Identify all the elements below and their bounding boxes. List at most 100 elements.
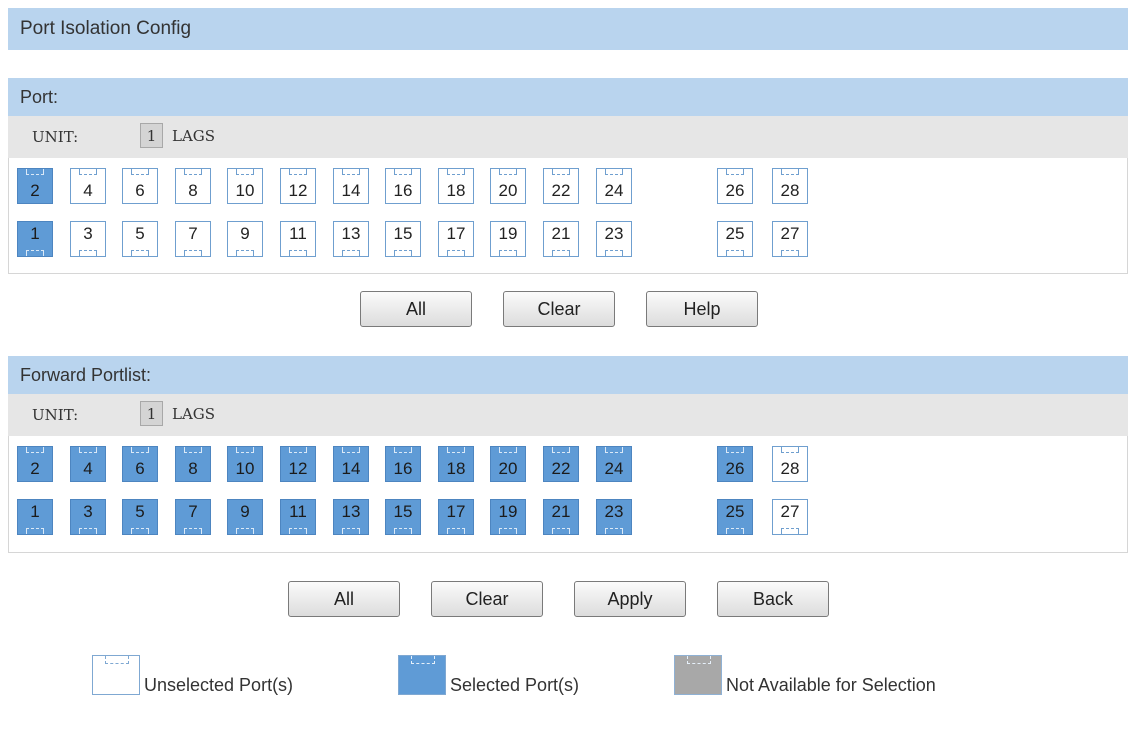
source-port-14[interactable]: 14 [333, 168, 369, 204]
forward-port-15[interactable]: 15 [385, 499, 421, 535]
forward-port-10[interactable]: 10 [227, 446, 263, 482]
forward-port-19[interactable]: 19 [490, 499, 526, 535]
source-port-6[interactable]: 6 [122, 168, 158, 204]
forward-port-28[interactable]: 28 [772, 446, 808, 482]
apply-button[interactable]: Apply [574, 581, 686, 617]
source-port-26[interactable]: 26 [717, 168, 753, 204]
forward-port-17[interactable]: 17 [438, 499, 474, 535]
forward-port-18[interactable]: 18 [438, 446, 474, 482]
forward-port-4[interactable]: 4 [70, 446, 106, 482]
legend-unselected-label: Unselected Port(s) [144, 675, 294, 695]
forward-port-20[interactable]: 20 [490, 446, 526, 482]
port-number: 13 [341, 224, 361, 243]
port-number: 15 [393, 502, 413, 521]
source-port-22[interactable]: 22 [543, 168, 579, 204]
port-clear-button[interactable]: Clear [503, 291, 615, 327]
unit-selector[interactable]: 1 [140, 123, 163, 148]
source-port-9[interactable]: 9 [227, 221, 263, 257]
forward-port-1[interactable]: 1 [17, 499, 53, 535]
forward-port-21[interactable]: 21 [543, 499, 579, 535]
lags-tab[interactable]: LAGS [172, 405, 215, 423]
port-section-header: Port: [8, 78, 1128, 116]
unit-label: UNIT: [32, 128, 79, 146]
port-number: 1 [30, 502, 40, 521]
source-port-18[interactable]: 18 [438, 168, 474, 204]
forward-port-6[interactable]: 6 [122, 446, 158, 482]
forward-panel: 2 4 6 8 10 12 14 16 18 20 22 24 26 28 1 3 5 7 9 11 13 15 17 19 2… [8, 436, 1128, 553]
forward-all-button[interactable]: All [288, 581, 400, 617]
forward-port-8[interactable]: 8 [175, 446, 211, 482]
forward-section-header: Forward Portlist: [8, 356, 1128, 394]
source-port-28[interactable]: 28 [772, 168, 808, 204]
source-port-7[interactable]: 7 [175, 221, 211, 257]
port-number: 4 [83, 459, 93, 478]
source-port-21[interactable]: 21 [543, 221, 579, 257]
port-number: 9 [240, 502, 250, 521]
forward-port-14[interactable]: 14 [333, 446, 369, 482]
port-panel: 2 4 6 8 10 12 14 16 18 20 22 24 26 28 1 3 5 7 9 11 13 15 17 19 2… [8, 158, 1128, 274]
port-number: 24 [604, 459, 624, 478]
forward-port-12[interactable]: 12 [280, 446, 316, 482]
help-button[interactable]: Help [646, 291, 758, 327]
source-port-25[interactable]: 25 [717, 221, 753, 257]
unit-label: UNIT: [32, 406, 79, 424]
forward-port-11[interactable]: 11 [280, 499, 316, 535]
forward-port-5[interactable]: 5 [122, 499, 158, 535]
port-number: 12 [288, 459, 308, 478]
back-button[interactable]: Back [717, 581, 829, 617]
source-port-23[interactable]: 23 [596, 221, 632, 257]
port-number: 22 [551, 459, 571, 478]
page-title: Port Isolation Config [8, 8, 1128, 50]
source-port-20[interactable]: 20 [490, 168, 526, 204]
port-number: 11 [289, 502, 307, 521]
source-port-3[interactable]: 3 [70, 221, 106, 257]
port-number: 26 [725, 459, 745, 478]
forward-port-26[interactable]: 26 [717, 446, 753, 482]
port-number: 28 [780, 459, 800, 478]
forward-port-9[interactable]: 9 [227, 499, 263, 535]
unit-selector[interactable]: 1 [140, 401, 163, 426]
forward-port-13[interactable]: 13 [333, 499, 369, 535]
source-port-17[interactable]: 17 [438, 221, 474, 257]
port-all-button[interactable]: All [360, 291, 472, 327]
forward-port-23[interactable]: 23 [596, 499, 632, 535]
port-number: 6 [135, 181, 145, 200]
source-port-27[interactable]: 27 [772, 221, 808, 257]
port-number: 7 [188, 502, 198, 521]
port-number: 16 [393, 181, 413, 200]
source-port-24[interactable]: 24 [596, 168, 632, 204]
port-number: 27 [780, 224, 800, 243]
source-port-2[interactable]: 2 [17, 168, 53, 204]
forward-port-24[interactable]: 24 [596, 446, 632, 482]
lags-tab[interactable]: LAGS [172, 127, 215, 145]
port-number: 5 [135, 224, 145, 243]
port-number: 2 [30, 181, 40, 200]
source-port-16[interactable]: 16 [385, 168, 421, 204]
source-port-4[interactable]: 4 [70, 168, 106, 204]
port-number: 17 [446, 502, 466, 521]
source-port-19[interactable]: 19 [490, 221, 526, 257]
port-number: 21 [551, 502, 571, 521]
source-port-13[interactable]: 13 [333, 221, 369, 257]
forward-port-2[interactable]: 2 [17, 446, 53, 482]
forward-port-16[interactable]: 16 [385, 446, 421, 482]
port-number: 28 [780, 181, 800, 200]
source-port-1[interactable]: 1 [17, 221, 53, 257]
source-port-10[interactable]: 10 [227, 168, 263, 204]
forward-port-3[interactable]: 3 [70, 499, 106, 535]
port-number: 25 [725, 224, 745, 243]
source-port-12[interactable]: 12 [280, 168, 316, 204]
legend-selected-label: Selected Port(s) [450, 675, 580, 695]
port-number: 14 [341, 459, 361, 478]
forward-port-22[interactable]: 22 [543, 446, 579, 482]
port-number: 16 [393, 459, 413, 478]
source-port-11[interactable]: 11 [280, 221, 316, 257]
forward-port-25[interactable]: 25 [717, 499, 753, 535]
port-number: 26 [725, 181, 745, 200]
forward-port-7[interactable]: 7 [175, 499, 211, 535]
source-port-8[interactable]: 8 [175, 168, 211, 204]
source-port-5[interactable]: 5 [122, 221, 158, 257]
source-port-15[interactable]: 15 [385, 221, 421, 257]
forward-port-27[interactable]: 27 [772, 499, 808, 535]
forward-clear-button[interactable]: Clear [431, 581, 543, 617]
